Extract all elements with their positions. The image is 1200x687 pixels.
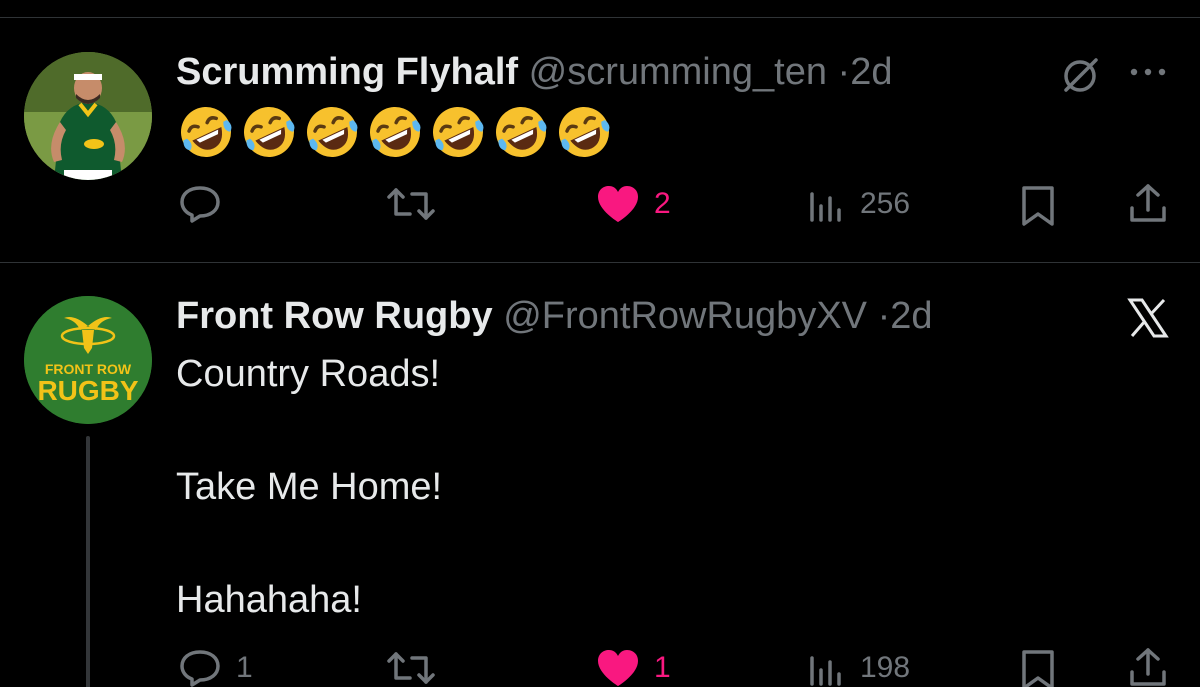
divider: [0, 262, 1200, 263]
like-count: 1: [654, 651, 671, 684]
heart-filled-icon: [598, 186, 638, 222]
views-button[interactable]: 256: [806, 184, 910, 224]
display-name[interactable]: Scrumming Flyhalf: [176, 51, 518, 93]
rugby-player-avatar[interactable]: [24, 52, 152, 180]
views-chart-icon: [810, 656, 841, 686]
handle[interactable]: @scrumming_ten: [529, 51, 827, 93]
front-row-rugby-logo[interactable]: FRONT ROW RUGBY: [24, 296, 152, 424]
tweet-body-emojis: [178, 104, 612, 160]
retweet-button[interactable]: [386, 184, 450, 224]
timeline: Scrumming Flyhalf @scrumming_ten ·2d 2 2…: [0, 0, 1200, 687]
separator-dot: ·: [837, 51, 851, 93]
rolling-on-floor-laughing-emoji: [307, 107, 358, 157]
reply-count: 1: [236, 651, 253, 684]
share-icon[interactable]: [1126, 182, 1170, 226]
like-count: 2: [654, 187, 671, 220]
bookmark-icon[interactable]: [1018, 648, 1058, 687]
view-count: 256: [860, 187, 911, 220]
tweet-body-line: Hahahaha!: [176, 579, 362, 621]
timestamp[interactable]: 2d: [850, 51, 892, 93]
timestamp[interactable]: 2d: [890, 295, 932, 337]
views-chart-icon: [810, 192, 841, 222]
x-logo-icon[interactable]: [1124, 296, 1172, 340]
tweet-header: Front Row Rugby @FrontRowRugbyXV ·2d: [176, 294, 933, 338]
display-name[interactable]: Front Row Rugby: [176, 295, 493, 337]
share-icon[interactable]: [1126, 646, 1170, 687]
reply-button[interactable]: 1: [178, 648, 253, 687]
rolling-on-floor-laughing-emoji: [433, 107, 484, 157]
reply-icon: [180, 186, 220, 223]
view-count: 198: [860, 651, 911, 684]
like-button[interactable]: 1: [596, 648, 671, 687]
tweet-body-line: Country Roads!: [176, 353, 441, 395]
like-button[interactable]: 2: [596, 184, 671, 224]
reply-icon: [180, 650, 220, 687]
handle[interactable]: @FrontRowRugbyXV: [503, 295, 867, 337]
heart-filled-icon: [598, 650, 638, 686]
thread-connector-line: [86, 436, 90, 687]
retweet-icon: [387, 188, 435, 220]
retweet-button[interactable]: [386, 648, 450, 687]
reply-button[interactable]: [178, 184, 236, 224]
grok-icon[interactable]: [1058, 54, 1102, 98]
logo-text-bottom: RUGBY: [37, 375, 138, 406]
more-horizontal-icon[interactable]: [1124, 62, 1172, 82]
views-button[interactable]: 198: [806, 648, 910, 687]
tweet-body-line: Take Me Home!: [176, 466, 443, 508]
rolling-on-floor-laughing-emoji: [370, 107, 421, 157]
rolling-on-floor-laughing-emoji: [244, 107, 295, 157]
separator-dot: ·: [877, 295, 891, 337]
rolling-on-floor-laughing-emoji: [496, 107, 547, 157]
tweet-header: Scrumming Flyhalf @scrumming_ten ·2d: [176, 50, 892, 94]
rolling-on-floor-laughing-emoji: [181, 107, 232, 157]
retweet-icon: [387, 652, 435, 684]
divider: [0, 17, 1200, 18]
rolling-on-floor-laughing-emoji: [559, 107, 610, 157]
bookmark-icon[interactable]: [1018, 184, 1058, 228]
